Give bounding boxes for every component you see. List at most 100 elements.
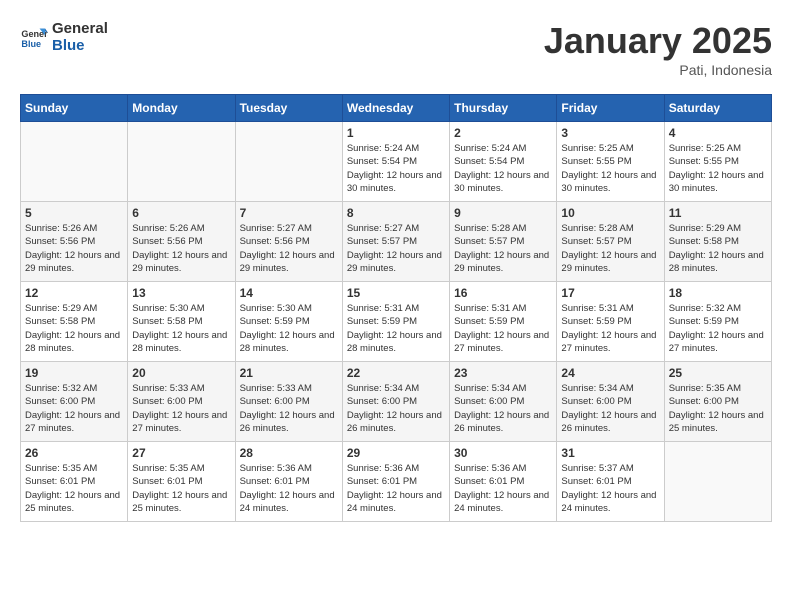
day-info: Sunrise: 5:34 AM Sunset: 6:00 PM Dayligh… (347, 382, 445, 435)
day-info: Sunrise: 5:32 AM Sunset: 6:00 PM Dayligh… (25, 382, 123, 435)
svg-text:Blue: Blue (21, 39, 41, 49)
day-info: Sunrise: 5:36 AM Sunset: 6:01 PM Dayligh… (347, 462, 445, 515)
day-info: Sunrise: 5:34 AM Sunset: 6:00 PM Dayligh… (454, 382, 552, 435)
calendar-week-row: 5 Sunrise: 5:26 AM Sunset: 5:56 PM Daylig… (21, 202, 772, 282)
calendar-cell: 27 Sunrise: 5:35 AM Sunset: 6:01 PM Dayli… (128, 442, 235, 522)
day-info: Sunrise: 5:25 AM Sunset: 5:55 PM Dayligh… (669, 142, 767, 195)
day-info: Sunrise: 5:37 AM Sunset: 6:01 PM Dayligh… (561, 462, 659, 515)
calendar-cell: 29Sunrise: 5:36 AM Sunset: 6:01 PM Dayli… (342, 442, 449, 522)
calendar-cell: 12Sunrise: 5:29 AM Sunset: 5:58 PM Dayli… (21, 282, 128, 362)
day-number: 27 (132, 446, 230, 460)
calendar-cell: 22Sunrise: 5:34 AM Sunset: 6:00 PM Dayli… (342, 362, 449, 442)
calendar-cell: 26Sunrise: 5:35 AM Sunset: 6:01 PM Dayli… (21, 442, 128, 522)
weekday-header-saturday: Saturday (664, 95, 771, 122)
calendar-cell: 28 Sunrise: 5:36 AM Sunset: 6:01 PM Dayli… (235, 442, 342, 522)
calendar-cell: 6Sunrise: 5:26 AM Sunset: 5:56 PM Daylig… (128, 202, 235, 282)
day-number: 14 (240, 286, 338, 300)
day-number: 24 (561, 366, 659, 380)
day-number: 13 (132, 286, 230, 300)
calendar-cell (128, 122, 235, 202)
logo-icon: General Blue (20, 23, 48, 51)
day-info: Sunrise: 5:35 AM Sunset: 6:01 PM Dayligh… (132, 462, 230, 515)
day-number: 16 (454, 286, 552, 300)
calendar-table: SundayMondayTuesdayWednesdayThursdayFrid… (20, 94, 772, 522)
calendar-cell: 4 Sunrise: 5:25 AM Sunset: 5:55 PM Daylig… (664, 122, 771, 202)
day-info: Sunrise: 5:25 AM Sunset: 5:55 PM Dayligh… (561, 142, 659, 195)
weekday-header-sunday: Sunday (21, 95, 128, 122)
day-number: 30 (454, 446, 552, 460)
calendar-cell: 21Sunrise: 5:33 AM Sunset: 6:00 PM Dayli… (235, 362, 342, 442)
weekday-header-friday: Friday (557, 95, 664, 122)
calendar-cell: 11 Sunrise: 5:29 AM Sunset: 5:58 PM Dayli… (664, 202, 771, 282)
day-number: 15 (347, 286, 445, 300)
day-info: Sunrise: 5:27 AM Sunset: 5:56 PM Dayligh… (240, 222, 338, 275)
calendar-cell: 17Sunrise: 5:31 AM Sunset: 5:59 PM Dayli… (557, 282, 664, 362)
day-info: Sunrise: 5:27 AM Sunset: 5:57 PM Dayligh… (347, 222, 445, 275)
calendar-cell (21, 122, 128, 202)
calendar-cell: 14Sunrise: 5:30 AM Sunset: 5:59 PM Dayli… (235, 282, 342, 362)
calendar-week-row: 19 Sunrise: 5:32 AM Sunset: 6:00 PM Dayli… (21, 362, 772, 442)
day-info: Sunrise: 5:30 AM Sunset: 5:58 PM Dayligh… (132, 302, 230, 355)
month-title: January 2025 (544, 20, 772, 62)
day-number: 8 (347, 206, 445, 220)
day-info: Sunrise: 5:34 AM Sunset: 6:00 PM Dayligh… (561, 382, 659, 435)
day-info: Sunrise: 5:24 AM Sunset: 5:54 PM Dayligh… (454, 142, 552, 195)
day-number: 2 (454, 126, 552, 140)
day-info: Sunrise: 5:32 AM Sunset: 5:59 PM Dayligh… (669, 302, 767, 355)
day-number: 19 (25, 366, 123, 380)
calendar-cell: 20 Sunrise: 5:33 AM Sunset: 6:00 PM Dayli… (128, 362, 235, 442)
day-number: 31 (561, 446, 659, 460)
calendar-week-row: 12Sunrise: 5:29 AM Sunset: 5:58 PM Dayli… (21, 282, 772, 362)
day-info: Sunrise: 5:26 AM Sunset: 5:56 PM Dayligh… (25, 222, 123, 275)
calendar-cell: 23 Sunrise: 5:34 AM Sunset: 6:00 PM Dayli… (450, 362, 557, 442)
day-info: Sunrise: 5:36 AM Sunset: 6:01 PM Dayligh… (454, 462, 552, 515)
day-info: Sunrise: 5:36 AM Sunset: 6:01 PM Dayligh… (240, 462, 338, 515)
calendar-cell: 25Sunrise: 5:35 AM Sunset: 6:00 PM Dayli… (664, 362, 771, 442)
day-number: 5 (25, 206, 123, 220)
day-info: Sunrise: 5:33 AM Sunset: 6:00 PM Dayligh… (132, 382, 230, 435)
weekday-header-tuesday: Tuesday (235, 95, 342, 122)
calendar-cell: 10Sunrise: 5:28 AM Sunset: 5:57 PM Dayli… (557, 202, 664, 282)
calendar-cell: 24 Sunrise: 5:34 AM Sunset: 6:00 PM Dayli… (557, 362, 664, 442)
logo-blue: Blue (52, 37, 108, 54)
calendar-week-row: 26 Sunrise: 5:35 AM Sunset: 6:01 PM Dayli… (21, 442, 772, 522)
weekday-header-wednesday: Wednesday (342, 95, 449, 122)
day-number: 11 (669, 206, 767, 220)
logo-general: General (52, 20, 108, 37)
day-number: 9 (454, 206, 552, 220)
location: Pati, Indonesia (544, 62, 772, 78)
day-info: Sunrise: 5:28 AM Sunset: 5:57 PM Dayligh… (561, 222, 659, 275)
calendar-cell: 15 Sunrise: 5:31 AM Sunset: 5:59 PM Dayli… (342, 282, 449, 362)
day-number: 3 (561, 126, 659, 140)
calendar-cell: 7 Sunrise: 5:27 AM Sunset: 5:56 PM Daylig… (235, 202, 342, 282)
day-info: Sunrise: 5:31 AM Sunset: 5:59 PM Dayligh… (347, 302, 445, 355)
day-number: 28 (240, 446, 338, 460)
calendar-cell: 3 Sunrise: 5:25 AM Sunset: 5:55 PM Daylig… (557, 122, 664, 202)
day-number: 26 (25, 446, 123, 460)
day-number: 23 (454, 366, 552, 380)
weekday-header-row: SundayMondayTuesdayWednesdayThursdayFrid… (21, 95, 772, 122)
day-number: 18 (669, 286, 767, 300)
weekday-header-thursday: Thursday (450, 95, 557, 122)
day-info: Sunrise: 5:31 AM Sunset: 5:59 PM Dayligh… (454, 302, 552, 355)
calendar-cell: 31 Sunrise: 5:37 AM Sunset: 6:01 PM Dayli… (557, 442, 664, 522)
day-info: Sunrise: 5:31 AM Sunset: 5:59 PM Dayligh… (561, 302, 659, 355)
logo: General Blue General Blue (20, 20, 108, 54)
day-number: 7 (240, 206, 338, 220)
day-info: Sunrise: 5:28 AM Sunset: 5:57 PM Dayligh… (454, 222, 552, 275)
day-number: 4 (669, 126, 767, 140)
calendar-cell: 18 Sunrise: 5:32 AM Sunset: 5:59 PM Dayli… (664, 282, 771, 362)
calendar-cell: 9 Sunrise: 5:28 AM Sunset: 5:57 PM Daylig… (450, 202, 557, 282)
calendar-cell: 1Sunrise: 5:24 AM Sunset: 5:54 PM Daylig… (342, 122, 449, 202)
day-number: 20 (132, 366, 230, 380)
calendar-cell: 16 Sunrise: 5:31 AM Sunset: 5:59 PM Dayli… (450, 282, 557, 362)
day-number: 21 (240, 366, 338, 380)
day-info: Sunrise: 5:24 AM Sunset: 5:54 PM Dayligh… (347, 142, 445, 195)
weekday-header-monday: Monday (128, 95, 235, 122)
calendar-cell (664, 442, 771, 522)
page-header: General Blue General Blue January 2025 P… (20, 20, 772, 78)
calendar-cell: 30 Sunrise: 5:36 AM Sunset: 6:01 PM Dayli… (450, 442, 557, 522)
day-number: 6 (132, 206, 230, 220)
calendar-cell: 8 Sunrise: 5:27 AM Sunset: 5:57 PM Daylig… (342, 202, 449, 282)
day-info: Sunrise: 5:29 AM Sunset: 5:58 PM Dayligh… (669, 222, 767, 275)
